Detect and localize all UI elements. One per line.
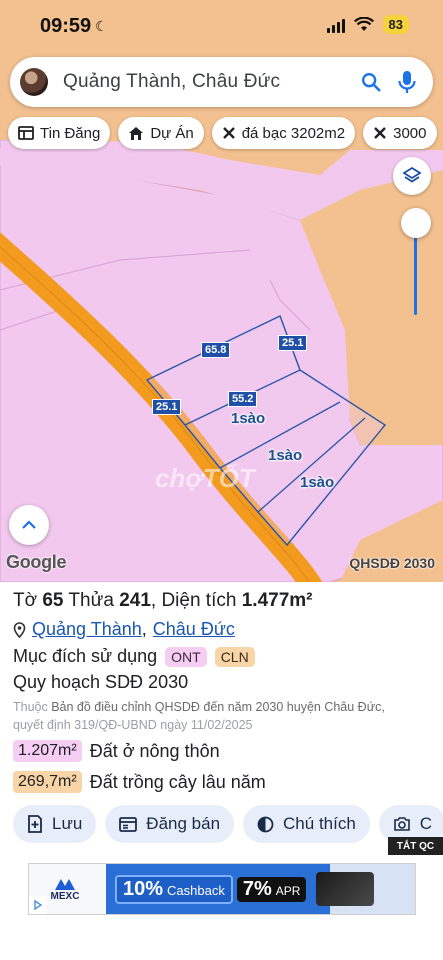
map-layer-name: QHSDĐ 2030	[349, 555, 435, 571]
save-button[interactable]: Lưu	[13, 805, 97, 843]
camera-add-icon	[393, 817, 410, 831]
action-buttons: Lưu Đăng bán Chú thích C	[13, 805, 443, 843]
plan-desc-prefix: Thuộc	[13, 700, 52, 714]
plan-desc-line2: quyết định 319/QĐ-UBND ngày 11/02/2025	[13, 718, 253, 732]
legend-button[interactable]: Chú thích	[243, 805, 370, 843]
ad-info-icon[interactable]	[29, 896, 47, 914]
chip-label: Tin Đăng	[40, 124, 101, 142]
focus-moon-icon: ☾	[95, 18, 108, 34]
plan-title: Quy hoạch SDĐ 2030	[13, 672, 189, 692]
filter-chips: Tin Đăng Dự Án đá bạc 3202m2 3000	[8, 117, 437, 149]
parcel-title: Tờ 65 Thửa 241, Diện tích 1.477m²	[13, 590, 313, 612]
search-icon[interactable]	[353, 64, 389, 100]
microphone-icon[interactable]	[389, 64, 425, 100]
tools-icon	[222, 127, 235, 139]
listing-icon	[119, 816, 138, 832]
home-icon	[129, 126, 144, 140]
plot-label: 1sào	[300, 474, 335, 491]
plot-label: 1sào	[231, 410, 266, 427]
battery-indicator: 83	[382, 15, 409, 34]
commune-link[interactable]: Quảng Thành	[32, 619, 142, 640]
plot-label: 1sào	[268, 447, 303, 464]
area-value: 269,7m²	[13, 771, 82, 793]
ad-brand-name: MEXC	[50, 890, 80, 902]
parcel-number: 241	[119, 590, 151, 611]
layers-button[interactable]	[393, 157, 431, 195]
status-time: 09:59 ☾	[40, 15, 108, 38]
area-breakdown-row: 1.207m² Đất ở nông thôn	[13, 740, 220, 762]
apr-label: APR	[275, 883, 301, 898]
parcel-info-panel: Tờ 65 Thửa 241, Diện tích 1.477m² Quảng …	[0, 582, 443, 960]
cashback-label: Cashback	[167, 882, 225, 898]
google-logo: Google	[6, 552, 67, 572]
plan-description: Thuộc Bản đồ điều chỉnh QHSDĐ đến năm 20…	[13, 698, 443, 734]
chip-label: 3000	[393, 124, 427, 142]
ad-banner[interactable]: MEXC 10% Cashback 7% APR	[28, 863, 416, 915]
status-bar: 09:59 ☾ 83	[0, 0, 443, 52]
chip-label: Dự Án	[150, 124, 194, 142]
legend-label: Chú thích	[283, 814, 356, 833]
plan-desc-line1: Bản đồ điều chỉnh QHSDĐ đến năm 2030 huy…	[51, 700, 385, 714]
layers-icon	[402, 166, 422, 183]
dimension-label: 55.2	[228, 391, 258, 407]
chevron-up-icon	[22, 520, 36, 529]
title-mid: Thửa	[63, 590, 120, 611]
location-pin-icon	[13, 621, 26, 638]
ad-apr: 7% APR	[236, 876, 307, 902]
save-label: Lưu	[52, 814, 83, 833]
avatar[interactable]	[20, 68, 48, 96]
save-icon	[28, 815, 42, 833]
land-use-purpose: Mục đích sử dụng ONT CLN	[13, 646, 255, 667]
map-view[interactable]: 65.8 25.1 55.2 25.1 1sào 1sào 1sào chợTỐ…	[0, 0, 443, 582]
post-sale-label: Đăng bán	[146, 814, 221, 833]
cellular-signal-icon	[326, 17, 345, 33]
chip-du-an[interactable]: Dự Án	[118, 117, 204, 149]
apr-value: 7%	[242, 877, 272, 900]
chip-label: đá bạc 3202m2	[241, 124, 346, 142]
sheet-number: 65	[42, 590, 64, 611]
chip-saved-search[interactable]: 3000	[363, 117, 437, 149]
land-use-tag[interactable]: CLN	[214, 646, 255, 667]
expand-up-button[interactable]	[9, 505, 49, 545]
cashback-value: 10%	[123, 877, 164, 900]
area-value: 1.207m²	[13, 740, 82, 762]
area-breakdown-row: 269,7m² Đất trồng cây lâu năm	[13, 771, 266, 793]
title-prefix: Tờ	[13, 590, 43, 611]
ad-card-image	[316, 872, 375, 906]
hide-ad-button[interactable]: TẮT QC	[388, 837, 443, 855]
area-label: Đất ở nông thôn	[89, 740, 220, 761]
dimension-label: 65.8	[201, 342, 231, 358]
parcel-location: Quảng Thành, Châu Đức	[13, 619, 235, 640]
district-link[interactable]: Châu Đức	[153, 619, 235, 640]
watermark: chợTỐT	[155, 463, 255, 493]
contrast-icon	[257, 816, 274, 832]
ad-cashback: 10% Cashback	[115, 874, 233, 904]
post-sale-button[interactable]: Đăng bán	[105, 805, 235, 843]
land-use-tag[interactable]: ONT	[165, 646, 207, 667]
dimension-label: 25.1	[278, 335, 308, 351]
opacity-slider-thumb[interactable]	[401, 208, 431, 238]
dimension-label: 25.1	[152, 399, 182, 415]
search-input[interactable]: Quảng Thành, Châu Đức	[63, 71, 353, 93]
clock: 09:59	[40, 15, 92, 37]
listing-icon	[18, 126, 34, 140]
chip-tin-dang[interactable]: Tin Đăng	[8, 117, 111, 149]
opacity-slider-track[interactable]	[414, 225, 417, 315]
location-separator: ,	[141, 619, 147, 639]
title-area-label: , Diện tích	[150, 590, 242, 611]
chip-saved-search[interactable]: đá bạc 3202m2	[211, 117, 356, 149]
mexc-logo-icon	[55, 878, 75, 890]
purpose-label: Mục đích sử dụng	[13, 646, 158, 666]
tools-icon	[374, 127, 386, 139]
wifi-icon	[353, 17, 374, 31]
capture-label: C	[419, 814, 433, 833]
status-indicators: 83	[326, 15, 409, 34]
area-label: Đất trồng cây lâu năm	[89, 771, 266, 792]
search-bar[interactable]: Quảng Thành, Châu Đức	[10, 57, 433, 107]
parcel-area: 1.477m²	[241, 590, 313, 611]
